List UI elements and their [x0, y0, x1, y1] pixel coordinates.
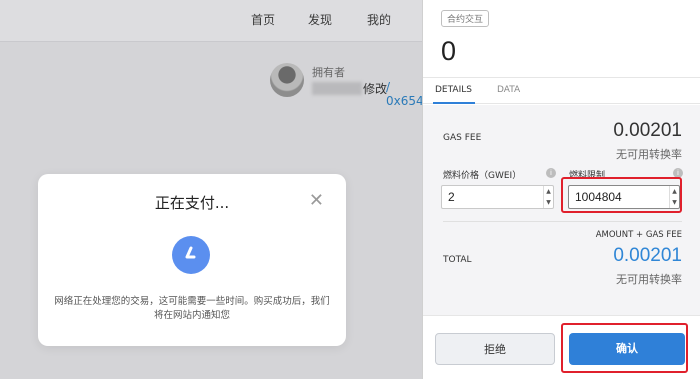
confirm-highlight	[561, 323, 688, 373]
tx-amount: 0	[441, 36, 457, 66]
tab-details[interactable]: DETAILS	[435, 85, 472, 95]
dialog-message: 网络正在处理您的交易，这可能需要一些时间。购买成功后，我们将在网站内通知您	[54, 296, 330, 321]
mm-tabs: DETAILS DATA	[423, 78, 700, 104]
avatar	[270, 63, 304, 97]
contract-interaction-badge: 合约交互	[441, 10, 490, 27]
gas-fee-value: 0.00201	[613, 120, 682, 141]
reject-button[interactable]: 拒绝	[435, 333, 555, 365]
nav-discover[interactable]: 发现	[308, 11, 332, 28]
loading-spinner-icon	[172, 236, 210, 274]
total-rate: 无可用转换率	[616, 273, 682, 286]
paying-dialog: 正在支付... ✕ 网络正在处理您的交易，这可能需要一些时间。购买成功后，我们将…	[38, 174, 346, 346]
gas-price-label: 燃料价格（GWEI）	[443, 171, 522, 181]
owner-name-redacted	[312, 82, 362, 95]
owner-label: 拥有者	[312, 66, 345, 79]
owner-info: 拥有者 修改 / 0x654	[270, 60, 430, 108]
nav-mine[interactable]: 我的	[367, 11, 391, 28]
gas-price-info-icon[interactable]: i	[546, 168, 556, 178]
amount-gas-label: AMOUNT + GAS FEE	[595, 230, 682, 240]
gas-price-value: 2	[448, 190, 455, 204]
dialog-title: 正在支付...	[154, 194, 230, 212]
gas-limit-highlight	[561, 177, 682, 213]
gas-fee-label: GAS FEE	[443, 133, 482, 143]
owner-name-suffix: 修改	[363, 82, 388, 96]
nav-home[interactable]: 首页	[251, 11, 275, 28]
total-label: TOTAL	[443, 255, 472, 265]
gas-price-stepper[interactable]: ▲ ▼	[543, 186, 553, 208]
total-value: 0.00201	[613, 245, 682, 266]
divider	[443, 221, 682, 222]
tab-active-indicator	[433, 102, 475, 104]
mm-header: 合约交互 0	[423, 0, 700, 78]
gas-fee-rate: 无可用转换率	[616, 148, 682, 161]
gas-price-input[interactable]: 2 ▲ ▼	[441, 185, 554, 209]
close-icon[interactable]: ✕	[309, 190, 324, 211]
tab-data[interactable]: DATA	[497, 85, 520, 95]
site-nav: 首页 发现 我的	[0, 0, 430, 42]
